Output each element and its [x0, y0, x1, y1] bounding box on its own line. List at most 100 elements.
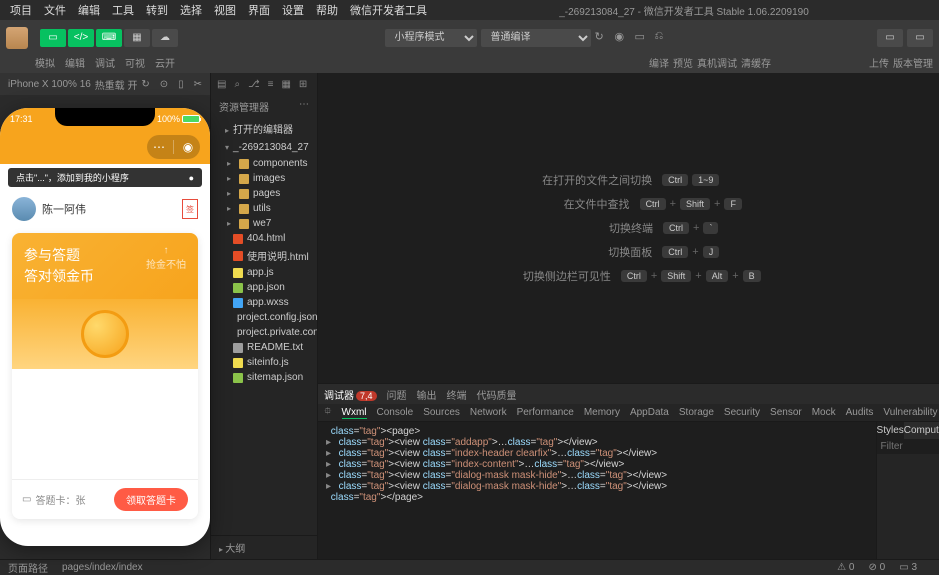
file-project.config.json[interactable]: project.config.json: [211, 310, 317, 325]
file-sitemap.json[interactable]: sitemap.json: [211, 370, 317, 385]
file-app.js[interactable]: app.js: [211, 265, 317, 280]
project-section[interactable]: _-269213084_27: [211, 139, 317, 156]
device-select[interactable]: iPhone X 100% 16: [8, 79, 91, 90]
scene-value[interactable]: ▭ 3: [899, 562, 917, 573]
cloud-toggle[interactable]: ☁: [152, 29, 178, 47]
styles-filter-input[interactable]: [877, 439, 939, 454]
page-path-value[interactable]: pages/index/index: [62, 562, 143, 573]
grid-icon[interactable]: ▦: [281, 79, 290, 90]
warning-count[interactable]: ⚠ 0: [837, 562, 854, 573]
capsule-button[interactable]: ⋯ ◉: [147, 135, 200, 159]
user-avatar[interactable]: [6, 27, 28, 49]
compile-icon[interactable]: ↻: [595, 30, 611, 46]
open-editors-section[interactable]: 打开的编辑器: [211, 118, 317, 139]
menu-界面[interactable]: 界面: [242, 0, 276, 20]
menu-工具[interactable]: 工具: [106, 0, 140, 20]
file-404.html[interactable]: 404.html: [211, 231, 317, 246]
menu-帮助[interactable]: 帮助: [310, 0, 344, 20]
card-title-1: 参与答题: [24, 245, 94, 266]
file-siteinfo.js[interactable]: siteinfo.js: [211, 355, 317, 370]
view-toggle-group: ▭ </> ⌨ ▦ ☁: [40, 29, 178, 47]
debugger-toggle[interactable]: ⌨: [96, 29, 122, 47]
panel-tab-Security[interactable]: Security: [724, 407, 760, 418]
devtab-终端[interactable]: 终端: [447, 387, 467, 402]
home-icon[interactable]: ⊙: [160, 79, 168, 90]
devtab-代码质量[interactable]: 代码质量: [477, 387, 517, 402]
preview-icon[interactable]: ◉: [615, 30, 631, 46]
get-ticket-button[interactable]: 领取答题卡: [114, 488, 188, 511]
page-path-label[interactable]: 页面路径: [8, 560, 48, 575]
panel-tab-Mock[interactable]: Mock: [812, 407, 836, 418]
profile-avatar[interactable]: [12, 197, 36, 221]
panel-tab-Vulnerability[interactable]: Vulnerability: [883, 407, 937, 418]
panel-tab-Network[interactable]: Network: [470, 407, 507, 418]
editor-toggle[interactable]: </>: [68, 29, 94, 47]
menu-文件[interactable]: 文件: [38, 0, 72, 20]
folder-components[interactable]: ▸components: [211, 156, 317, 171]
menu-选择[interactable]: 选择: [174, 0, 208, 20]
upload-button[interactable]: ▭: [877, 29, 903, 47]
add-tip-banner[interactable]: 点击"..."，添加到我的小程序 ●: [8, 168, 202, 187]
rotate-icon[interactable]: ▯: [178, 79, 184, 90]
version-button[interactable]: ▭: [907, 29, 933, 47]
branch-icon[interactable]: ⎇: [248, 79, 260, 90]
clear-cache-icon[interactable]: ⎌: [655, 30, 671, 46]
folder-we7[interactable]: ▸we7: [211, 216, 317, 231]
main-area: iPhone X 100% 16 热重载 开 ↻ ⊙ ▯ ✂ 17:31 100…: [0, 73, 939, 559]
simulator-toggle[interactable]: ▭: [40, 29, 66, 47]
ext-icon[interactable]: ⊞: [299, 79, 307, 90]
files-icon[interactable]: ▤: [217, 79, 226, 90]
menu-微信开发者工具[interactable]: 微信开发者工具: [344, 0, 433, 20]
coin-icon[interactable]: [81, 310, 129, 358]
capsule-close-icon[interactable]: ◉: [180, 140, 196, 154]
computed-tab[interactable]: Computed: [904, 422, 939, 439]
list-icon[interactable]: ≡: [268, 79, 274, 90]
folder-utils[interactable]: ▸utils: [211, 201, 317, 216]
search-icon[interactable]: ⌕: [234, 79, 240, 90]
mode-select[interactable]: 小程序模式: [385, 29, 477, 47]
quiz-card[interactable]: 参与答题 答对领金币 ↑ 抢金不怕 ▭ 答题卡：张: [12, 233, 198, 519]
panel-tab-Audits[interactable]: Audits: [846, 407, 874, 418]
visual-toggle[interactable]: ▦: [124, 29, 150, 47]
menu-视图[interactable]: 视图: [208, 0, 242, 20]
panel-tab-Sensor[interactable]: Sensor: [770, 407, 802, 418]
devtab-输出[interactable]: 输出: [417, 387, 437, 402]
panel-tab-Sources[interactable]: Sources: [423, 407, 460, 418]
file-app.json[interactable]: app.json: [211, 280, 317, 295]
inspect-icon[interactable]: ⯐: [324, 404, 332, 421]
key-Ctrl: Ctrl: [621, 270, 647, 282]
bookmark-icon[interactable]: 签: [182, 199, 198, 219]
panel-tab-Storage[interactable]: Storage: [679, 407, 714, 418]
folder-images[interactable]: ▸images: [211, 171, 317, 186]
devtab-调试器[interactable]: 调试器7,4: [324, 387, 377, 402]
menu-转到[interactable]: 转到: [140, 0, 174, 20]
folder-pages[interactable]: ▸pages: [211, 186, 317, 201]
panel-tab-Console[interactable]: Console: [377, 407, 414, 418]
remote-debug-icon[interactable]: ▭: [635, 30, 651, 46]
file-app.wxss[interactable]: app.wxss: [211, 295, 317, 310]
panel-tab-Performance[interactable]: Performance: [517, 407, 574, 418]
error-count[interactable]: ⊘ 0: [868, 562, 885, 573]
menu-编辑[interactable]: 编辑: [72, 0, 106, 20]
hot-reload-label[interactable]: 热重载 开: [95, 77, 138, 92]
panel-tab-Memory[interactable]: Memory: [584, 407, 620, 418]
file-使用说明.html[interactable]: 使用说明.html: [211, 246, 317, 265]
cut-icon[interactable]: ✂: [194, 79, 202, 90]
explorer-more-icon[interactable]: ⋯: [299, 99, 309, 114]
file-project.private.config.js...[interactable]: project.private.config.js...: [211, 325, 317, 340]
devtab-问题[interactable]: 问题: [387, 387, 407, 402]
refresh-icon[interactable]: ↻: [141, 79, 149, 90]
ticket-icon: ▭: [22, 494, 31, 505]
capsule-menu-icon[interactable]: ⋯: [151, 140, 167, 154]
menu-设置[interactable]: 设置: [276, 0, 310, 20]
wxml-tree[interactable]: class="tag"><page>▸ class="tag"><view cl…: [318, 422, 876, 559]
card-subtext: 抢金不怕: [146, 256, 186, 271]
phone-notch: [55, 108, 155, 126]
compile-select[interactable]: 普通编译: [481, 29, 591, 47]
styles-tab[interactable]: Styles: [877, 422, 904, 439]
file-README.txt[interactable]: README.txt: [211, 340, 317, 355]
panel-tab-Wxml[interactable]: Wxml: [342, 407, 367, 419]
outline-section[interactable]: 大纲: [225, 544, 245, 555]
panel-tab-AppData[interactable]: AppData: [630, 407, 669, 418]
menu-项目[interactable]: 项目: [4, 0, 38, 20]
